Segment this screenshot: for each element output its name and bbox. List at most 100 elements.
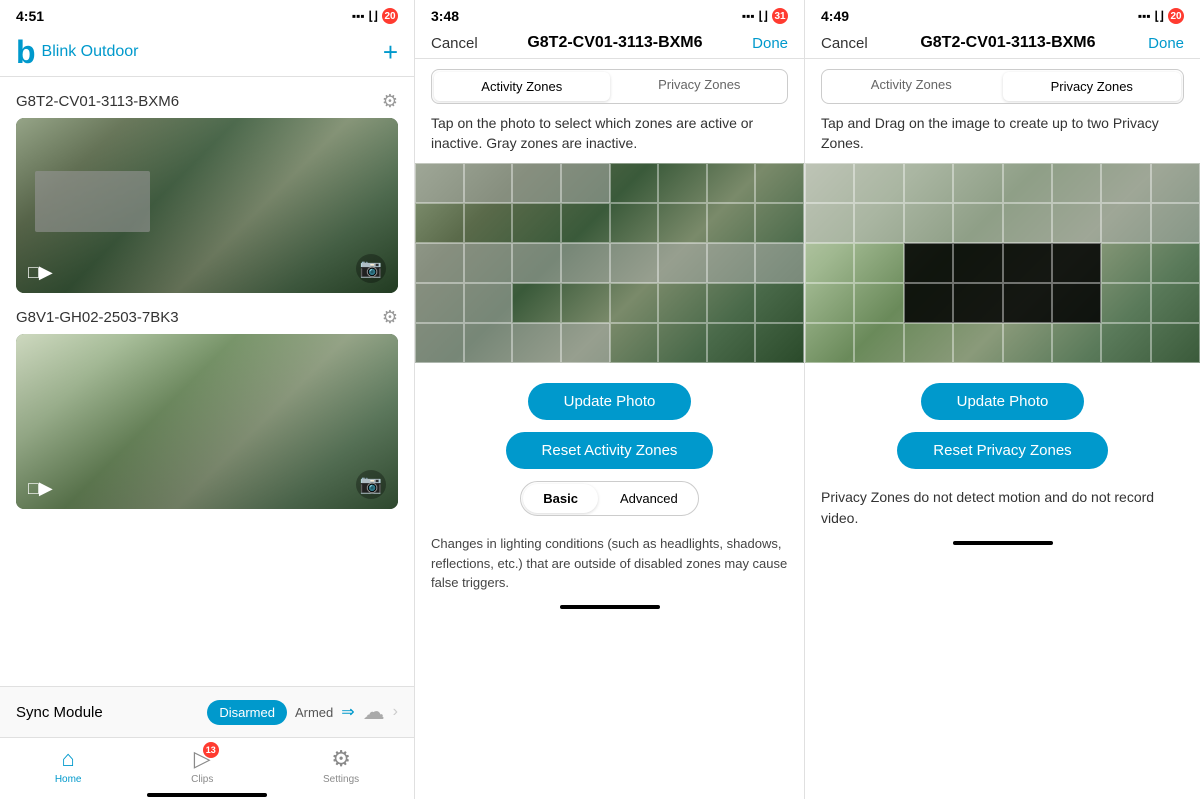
grid-cell-activity[interactable]: [415, 203, 464, 243]
grid-cell-privacy[interactable]: [805, 243, 854, 283]
grid-cell-activity[interactable]: [658, 243, 707, 283]
grid-cell-activity[interactable]: [561, 323, 610, 363]
grid-cell-privacy[interactable]: [1151, 163, 1200, 203]
grid-cell-activity[interactable]: [512, 203, 561, 243]
grid-cell-privacy[interactable]: [1052, 163, 1101, 203]
grid-cell-activity[interactable]: [755, 163, 804, 203]
armed-button[interactable]: Armed: [295, 705, 333, 720]
grid-cell-privacy[interactable]: [1003, 243, 1052, 283]
grid-cell-privacy[interactable]: [805, 283, 854, 323]
grid-cell-privacy[interactable]: [1101, 243, 1150, 283]
grid-cell-activity[interactable]: [755, 243, 804, 283]
grid-cell-privacy[interactable]: [854, 323, 903, 363]
advanced-button[interactable]: Advanced: [600, 482, 698, 515]
tab-privacy-zones-3[interactable]: Privacy Zones: [1003, 72, 1182, 101]
grid-cell-activity[interactable]: [464, 283, 513, 323]
grid-cell-privacy[interactable]: [1101, 283, 1150, 323]
zone-image-3[interactable]: [805, 163, 1200, 363]
disarmed-button[interactable]: Disarmed: [207, 700, 287, 725]
add-button[interactable]: +: [383, 37, 398, 68]
grid-cell-privacy[interactable]: [854, 163, 903, 203]
basic-button[interactable]: Basic: [523, 484, 598, 513]
grid-cell-activity[interactable]: [610, 243, 659, 283]
grid-cell-privacy[interactable]: [953, 283, 1002, 323]
grid-cell-activity[interactable]: [512, 163, 561, 203]
grid-cell-privacy[interactable]: [904, 323, 953, 363]
grid-cell-privacy[interactable]: [1101, 323, 1150, 363]
grid-cell-privacy[interactable]: [1151, 243, 1200, 283]
grid-cell-activity[interactable]: [658, 203, 707, 243]
grid-cell-activity[interactable]: [561, 203, 610, 243]
grid-cell-activity[interactable]: [755, 203, 804, 243]
grid-cell-privacy[interactable]: [904, 243, 953, 283]
done-button-2[interactable]: Done: [752, 35, 788, 52]
grid-cell-activity[interactable]: [755, 283, 804, 323]
grid-cell-privacy[interactable]: [1151, 323, 1200, 363]
grid-cell-activity[interactable]: [464, 163, 513, 203]
grid-cell-privacy[interactable]: [854, 283, 903, 323]
grid-cell-activity[interactable]: [415, 243, 464, 283]
grid-cell-activity[interactable]: [464, 323, 513, 363]
grid-cell-privacy[interactable]: [1101, 203, 1150, 243]
camera-thumbnail-2[interactable]: □▶ 📷: [16, 334, 398, 509]
grid-cell-activity[interactable]: [561, 283, 610, 323]
zone-image-2[interactable]: [415, 163, 804, 363]
update-photo-button-3[interactable]: Update Photo: [921, 383, 1085, 420]
grid-cell-activity[interactable]: [707, 243, 756, 283]
reset-privacy-zones-button[interactable]: Reset Privacy Zones: [897, 432, 1107, 469]
camera-settings-icon-2[interactable]: ⚙: [382, 307, 398, 328]
grid-cell-privacy[interactable]: [1003, 323, 1052, 363]
grid-cell-activity[interactable]: [707, 203, 756, 243]
tab-activity-zones-3[interactable]: Activity Zones: [822, 70, 1001, 103]
camera-settings-icon-1[interactable]: ⚙: [382, 91, 398, 112]
grid-cell-activity[interactable]: [561, 243, 610, 283]
camera-thumbnail-1[interactable]: □▶ 📷: [16, 118, 398, 293]
grid-cell-activity[interactable]: [415, 283, 464, 323]
grid-cell-activity[interactable]: [755, 323, 804, 363]
cancel-button-2[interactable]: Cancel: [431, 35, 478, 52]
grid-cell-privacy[interactable]: [1003, 163, 1052, 203]
grid-cell-privacy[interactable]: [805, 203, 854, 243]
grid-cell-privacy[interactable]: [805, 163, 854, 203]
grid-cell-privacy[interactable]: [1003, 203, 1052, 243]
grid-cell-activity[interactable]: [610, 203, 659, 243]
grid-cell-privacy[interactable]: [1052, 283, 1101, 323]
grid-cell-activity[interactable]: [610, 323, 659, 363]
tab-privacy-zones-2[interactable]: Privacy Zones: [612, 70, 788, 103]
camera-icon-2[interactable]: 📷: [356, 470, 386, 499]
grid-cell-activity[interactable]: [658, 163, 707, 203]
grid-cell-privacy[interactable]: [1151, 283, 1200, 323]
grid-cell-privacy[interactable]: [1052, 203, 1101, 243]
grid-cell-privacy[interactable]: [1052, 243, 1101, 283]
grid-cell-activity[interactable]: [610, 283, 659, 323]
grid-cell-activity[interactable]: [707, 323, 756, 363]
grid-cell-activity[interactable]: [415, 323, 464, 363]
reset-activity-zones-button[interactable]: Reset Activity Zones: [506, 432, 714, 469]
grid-cell-privacy[interactable]: [904, 283, 953, 323]
camera-icon-1[interactable]: 📷: [356, 254, 386, 283]
grid-cell-privacy[interactable]: [904, 203, 953, 243]
cancel-button-3[interactable]: Cancel: [821, 35, 868, 52]
grid-cell-activity[interactable]: [415, 163, 464, 203]
grid-cell-privacy[interactable]: [953, 243, 1002, 283]
grid-cell-privacy[interactable]: [854, 203, 903, 243]
update-photo-button-2[interactable]: Update Photo: [528, 383, 692, 420]
tab-home[interactable]: ⌂ Home: [55, 746, 82, 785]
grid-cell-activity[interactable]: [464, 203, 513, 243]
grid-cell-privacy[interactable]: [1151, 203, 1200, 243]
grid-cell-privacy[interactable]: [953, 163, 1002, 203]
grid-cell-activity[interactable]: [707, 163, 756, 203]
tab-settings[interactable]: ⚙ Settings: [323, 746, 359, 785]
grid-cell-activity[interactable]: [561, 163, 610, 203]
grid-cell-privacy[interactable]: [953, 203, 1002, 243]
grid-cell-privacy[interactable]: [854, 243, 903, 283]
grid-cell-privacy[interactable]: [953, 323, 1002, 363]
grid-cell-privacy[interactable]: [1003, 283, 1052, 323]
grid-cell-activity[interactable]: [512, 323, 561, 363]
grid-cell-activity[interactable]: [512, 283, 561, 323]
grid-cell-activity[interactable]: [658, 323, 707, 363]
done-button-3[interactable]: Done: [1148, 35, 1184, 52]
grid-cell-activity[interactable]: [512, 243, 561, 283]
grid-cell-activity[interactable]: [707, 283, 756, 323]
grid-cell-activity[interactable]: [464, 243, 513, 283]
